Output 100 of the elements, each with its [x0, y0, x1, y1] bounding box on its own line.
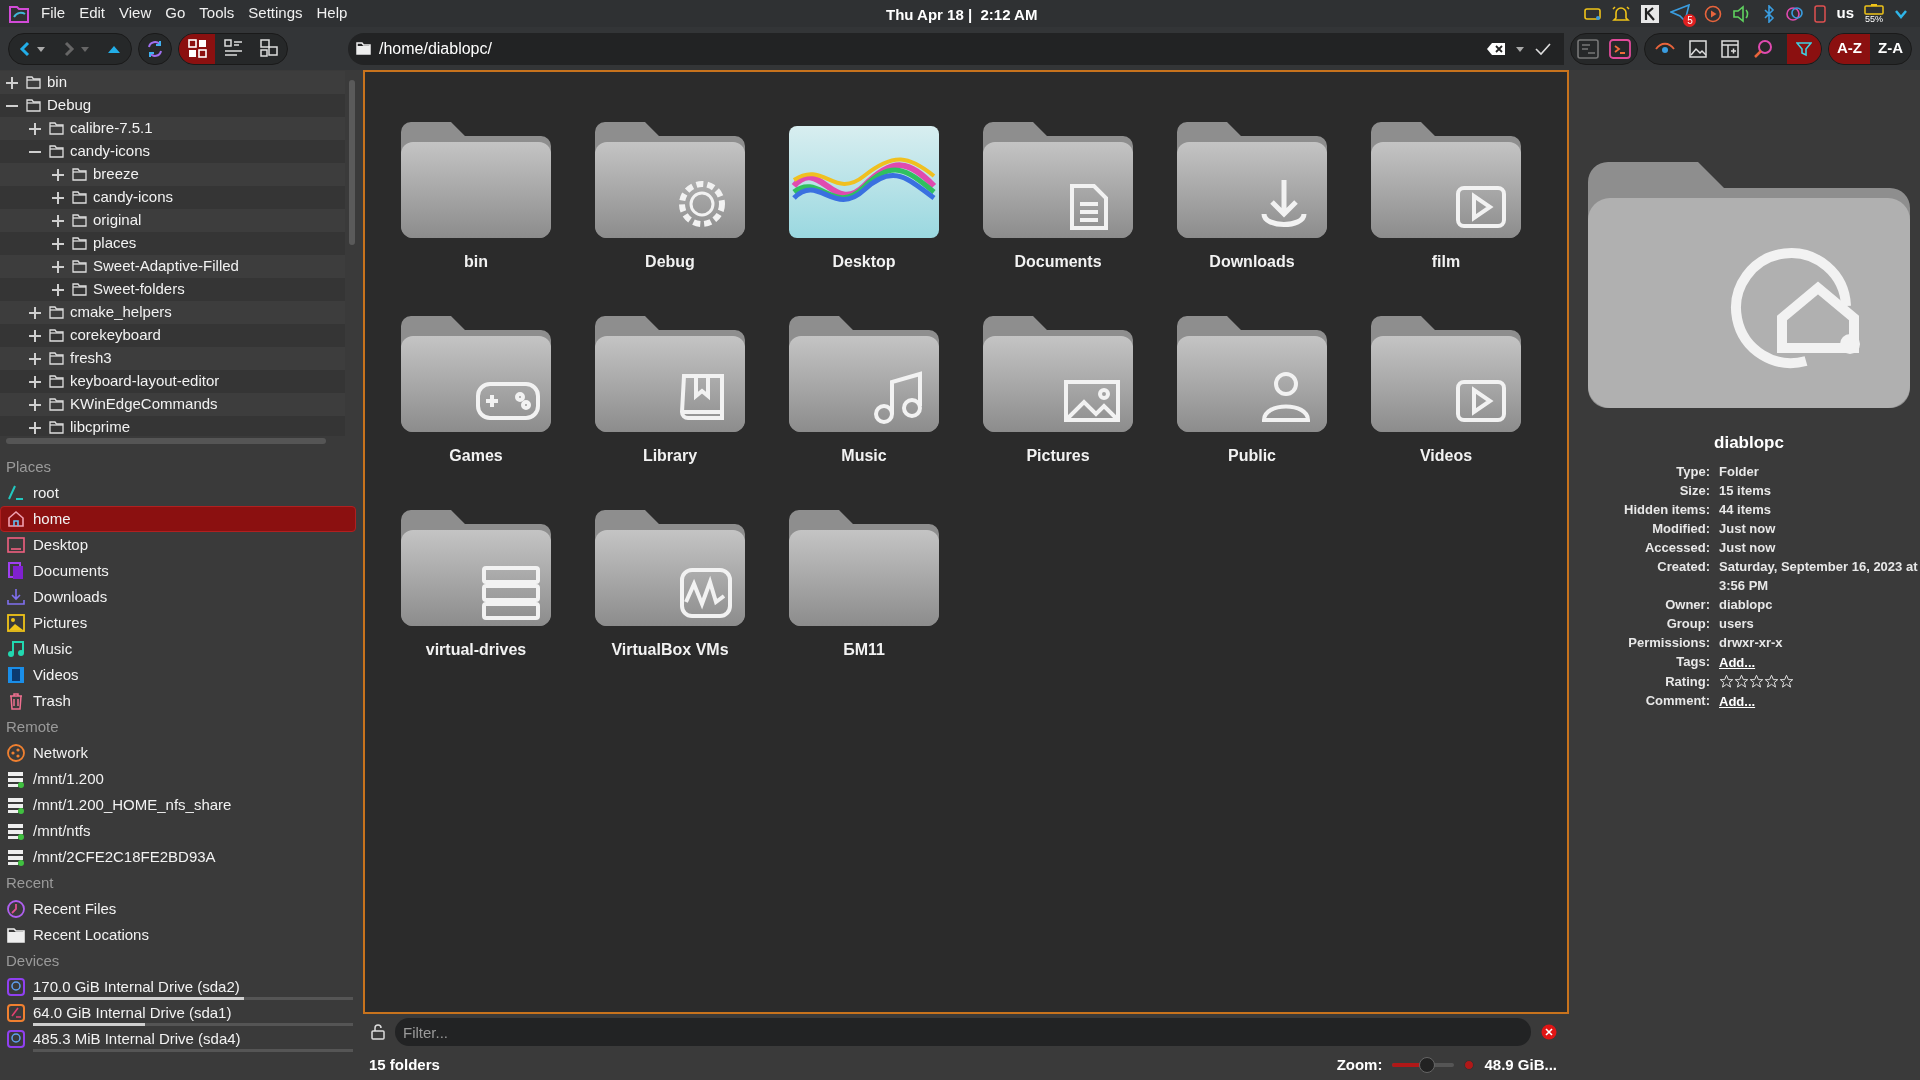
- folder-item[interactable]: БМ11: [767, 508, 961, 702]
- location-field[interactable]: /home/diablopc/: [348, 32, 1564, 65]
- expand-toggle[interactable]: [6, 76, 18, 89]
- sidebar-item[interactable]: root: [0, 480, 356, 506]
- sidebar-item[interactable]: 64.0 GiB Internal Drive (sda1): [0, 1000, 356, 1026]
- folder-item[interactable]: Videos: [1349, 314, 1543, 508]
- folder-item[interactable]: Pictures: [961, 314, 1155, 508]
- expand-toggle[interactable]: [29, 375, 41, 388]
- folder-item[interactable]: VirtualBox VMs: [573, 508, 767, 702]
- sidebar-item[interactable]: Recent Locations: [0, 922, 356, 948]
- expand-toggle[interactable]: [29, 398, 41, 411]
- sidebar-item[interactable]: Music: [0, 636, 356, 662]
- folder-item[interactable]: Library: [573, 314, 767, 508]
- tree-item[interactable]: cmake_helpers: [70, 301, 172, 324]
- menu-item[interactable]: View: [112, 2, 159, 25]
- property-label: Comment:: [1644, 691, 1710, 710]
- paper-plane-icon: [1670, 3, 1691, 22]
- panel-split-icon[interactable]: [1577, 38, 1599, 59]
- terminal-icon[interactable]: [1609, 38, 1631, 59]
- folder-item[interactable]: Documents: [961, 120, 1155, 314]
- tree-item[interactable]: breeze: [93, 163, 139, 186]
- sidebar-item[interactable]: 170.0 GiB Internal Drive (sda2): [0, 974, 356, 1000]
- sidebar-item[interactable]: /mnt/ntfs: [0, 818, 356, 844]
- battery-icon: [1864, 3, 1884, 15]
- folder-item[interactable]: virtual-drives: [379, 508, 573, 702]
- star-icon[interactable]: [1764, 673, 1779, 689]
- expand-toggle[interactable]: [52, 237, 64, 250]
- sidebar-item[interactable]: 485.3 MiB Internal Drive (sda4): [0, 1026, 356, 1052]
- sort-button[interactable]: A-Z: [1829, 33, 1870, 64]
- panel-add-icon[interactable]: [1721, 39, 1739, 58]
- folder-item[interactable]: Public: [1155, 314, 1349, 508]
- menu-item[interactable]: File: [34, 2, 73, 25]
- folder-item[interactable]: film: [1349, 120, 1543, 314]
- eye-icon[interactable]: [1655, 41, 1675, 56]
- view-mode-button[interactable]: [179, 33, 215, 64]
- expand-toggle[interactable]: [29, 306, 41, 319]
- image-icon[interactable]: [1689, 39, 1707, 58]
- tree-item[interactable]: original: [93, 209, 142, 232]
- expand-toggle[interactable]: [52, 168, 64, 181]
- clear-filter-icon[interactable]: [1541, 1024, 1557, 1041]
- folder-item[interactable]: Desktop: [767, 120, 961, 314]
- menu-item[interactable]: Help: [309, 2, 355, 25]
- search-icon[interactable]: [1753, 38, 1773, 59]
- add-link[interactable]: Add...: [1719, 693, 1756, 709]
- tree-item[interactable]: Debug: [47, 94, 92, 117]
- tree-item[interactable]: Sweet-Adaptive-Filled: [93, 255, 239, 278]
- star-icon[interactable]: [1719, 673, 1734, 689]
- folder-item[interactable]: bin: [379, 120, 573, 314]
- scrollbar[interactable]: [349, 80, 355, 245]
- tree-item[interactable]: places: [93, 232, 137, 255]
- sidebar-item[interactable]: /mnt/1.200_HOME_nfs_share: [0, 792, 356, 818]
- expand-toggle[interactable]: [52, 283, 64, 296]
- filter-button[interactable]: [1787, 33, 1821, 64]
- expand-toggle[interactable]: [52, 260, 64, 273]
- sidebar-item[interactable]: Network: [0, 740, 356, 766]
- folder-item[interactable]: Music: [767, 314, 961, 508]
- star-icon[interactable]: [1734, 673, 1749, 689]
- star-icon[interactable]: [1779, 673, 1794, 689]
- folder-item[interactable]: Games: [379, 314, 573, 508]
- sidebar-item[interactable]: Downloads: [0, 584, 356, 610]
- add-link[interactable]: Add...: [1719, 654, 1756, 670]
- picture-icon: [7, 614, 25, 632]
- sidebar-item[interactable]: /mnt/1.200: [0, 766, 356, 792]
- sort-button[interactable]: Z-A: [1870, 33, 1911, 64]
- expand-toggle[interactable]: [29, 352, 41, 365]
- menu-item[interactable]: Go: [158, 2, 193, 25]
- tree-item[interactable]: bin: [47, 71, 68, 94]
- sidebar-item[interactable]: Videos: [0, 662, 356, 688]
- menu-item[interactable]: Tools: [192, 2, 242, 25]
- tree-item[interactable]: KWinEdgeCommands: [70, 393, 218, 416]
- tree-item[interactable]: fresh3: [70, 347, 112, 370]
- sidebar-item[interactable]: Recent Files: [0, 896, 356, 922]
- zoom-slider-thumb[interactable]: [1418, 1057, 1435, 1073]
- sidebar-item[interactable]: home: [0, 506, 356, 532]
- folder-item[interactable]: Debug: [573, 120, 767, 314]
- star-icon[interactable]: [1749, 673, 1764, 689]
- lock-icon[interactable]: [371, 1024, 385, 1041]
- keyboard-layout[interactable]: us: [1836, 2, 1854, 25]
- expand-toggle[interactable]: [29, 122, 41, 135]
- expand-toggle[interactable]: [52, 191, 64, 204]
- property-label: Hidden items:: [1623, 500, 1710, 519]
- tree-item[interactable]: libcprime: [70, 416, 130, 436]
- check-icon[interactable]: [1534, 41, 1552, 56]
- menu-item[interactable]: Edit: [72, 2, 113, 25]
- expand-toggle[interactable]: [52, 214, 64, 227]
- sidebar-item[interactable]: Trash: [0, 688, 356, 714]
- folder-item[interactable]: Downloads: [1155, 120, 1349, 314]
- expand-toggle[interactable]: [29, 329, 41, 342]
- clear-text-icon[interactable]: [1486, 41, 1506, 56]
- reload-button[interactable]: [138, 32, 172, 65]
- sidebar-item[interactable]: Documents: [0, 558, 356, 584]
- horizontal-scrollbar[interactable]: [6, 438, 326, 444]
- sidebar-item[interactable]: Desktop: [0, 532, 356, 558]
- expand-toggle[interactable]: [29, 421, 41, 434]
- tree-item[interactable]: calibre-7.5.1: [70, 117, 153, 140]
- sidebar-item[interactable]: /mnt/2CFE2C18FE2BD93A: [0, 844, 356, 870]
- filter-field[interactable]: Filter...: [395, 1018, 1531, 1047]
- menu-item[interactable]: Settings: [241, 2, 310, 25]
- play-circle-icon: [1704, 4, 1723, 23]
- sidebar-item[interactable]: Pictures: [0, 610, 356, 636]
